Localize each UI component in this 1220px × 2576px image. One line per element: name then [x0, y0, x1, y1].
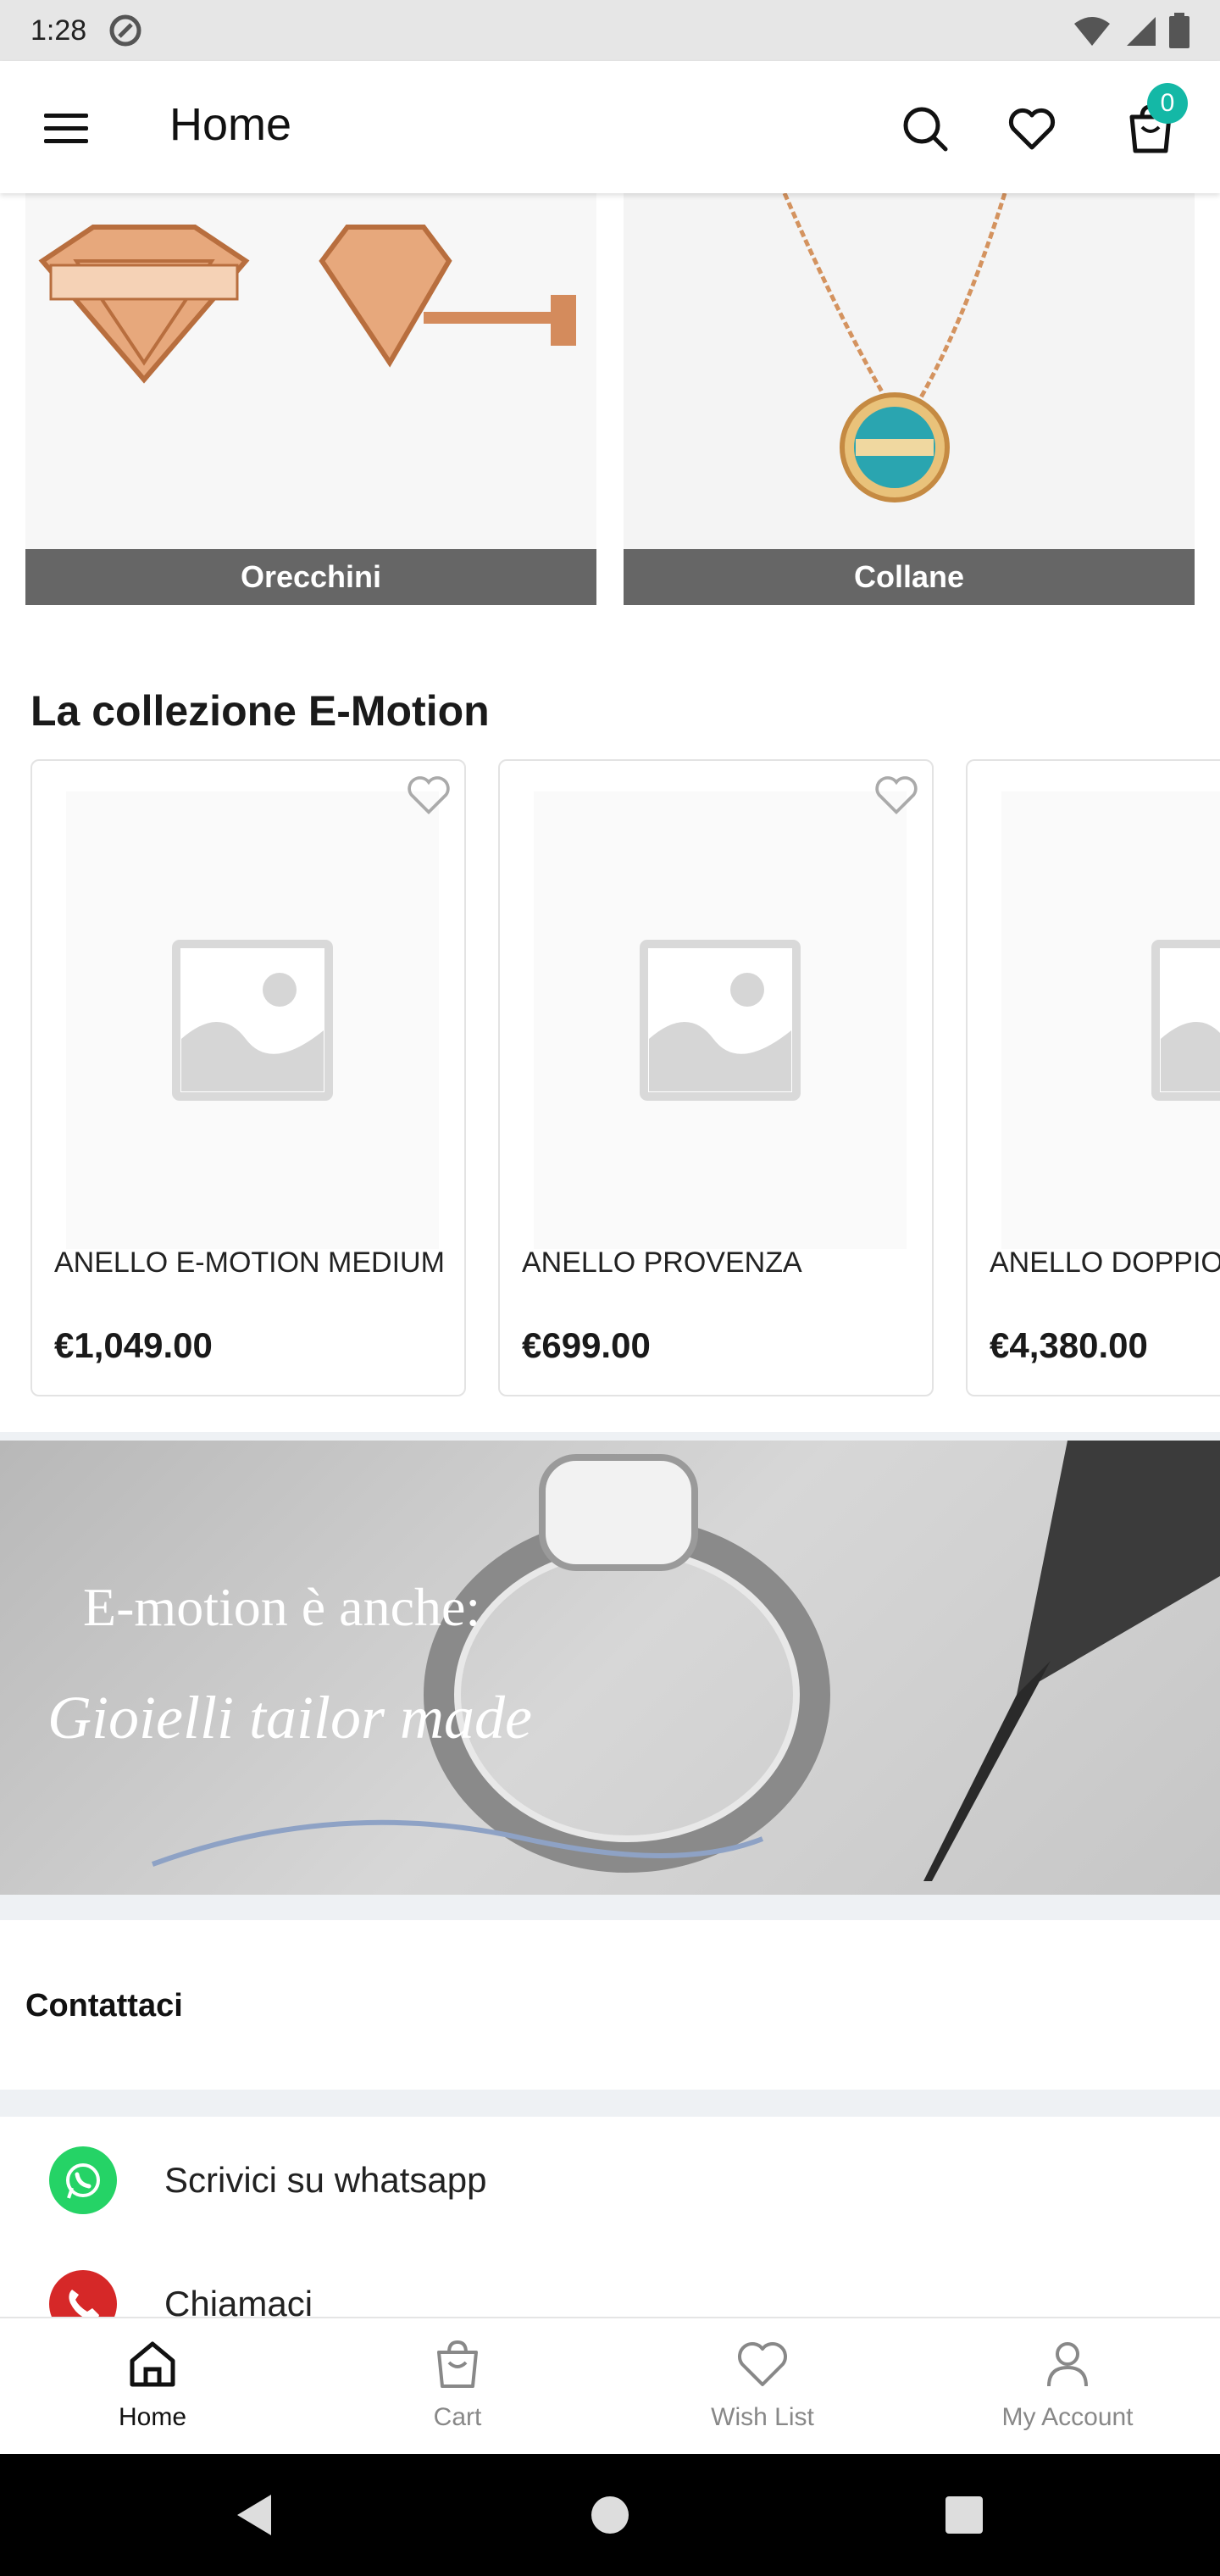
- nav-label: Home: [118, 2403, 187, 2431]
- wishlist-toggle[interactable]: [869, 768, 923, 822]
- product-price: €699.00: [522, 1325, 651, 1365]
- contact-item-call[interactable]: Chiamaci: [0, 2240, 1220, 2317]
- contact-heading: Contattaci: [25, 1988, 183, 2024]
- home-circle-icon[interactable]: [586, 2491, 634, 2539]
- phone-icon: [49, 2270, 117, 2317]
- product-name: ANELLO E-MOTION MEDIUM: [54, 1246, 445, 1279]
- product-price: €4,380.00: [990, 1325, 1148, 1365]
- whatsapp-icon: [49, 2146, 117, 2214]
- cart-count-badge: 0: [1147, 83, 1188, 124]
- product-card[interactable]: ANELLO E-MOTION MEDIUM €1,049.00: [30, 759, 466, 1396]
- data-saver-icon: [109, 14, 141, 47]
- back-icon[interactable]: [230, 2491, 278, 2539]
- category-card-orecchini[interactable]: Orecchini: [25, 193, 596, 605]
- wifi-icon: [1074, 17, 1110, 46]
- category-label: Collane: [624, 549, 1195, 605]
- person-icon: [1047, 2342, 1088, 2387]
- battery-icon: [1169, 13, 1190, 48]
- heart-icon: [1008, 108, 1056, 150]
- nav-item-cart[interactable]: Cart: [305, 2318, 610, 2454]
- image-placeholder-icon: [172, 940, 333, 1101]
- nav-label: Wish List: [711, 2403, 814, 2431]
- product-name: ANELLO PROVENZA: [522, 1246, 802, 1279]
- page-title: Home: [169, 99, 292, 150]
- category-label: Orecchini: [25, 549, 596, 605]
- category-card-collane[interactable]: Collane: [624, 193, 1195, 605]
- wishlist-button[interactable]: [998, 95, 1066, 163]
- status-time: 1:28: [30, 14, 87, 47]
- collection-section: La collezione E-Motion ANELLO E-MOTION M…: [0, 644, 1220, 1432]
- nav-label: Cart: [433, 2403, 482, 2431]
- product-name: ANELLO DOPPIO DIAMANTI: [990, 1246, 1220, 1279]
- bottom-navigation: Home Cart Wish List My Account: [0, 2317, 1220, 2454]
- banner-subheading: Gioielli tailor made: [47, 1684, 532, 1752]
- wishlist-toggle[interactable]: [402, 768, 456, 822]
- earrings-image: [25, 193, 596, 549]
- image-placeholder-icon: [1151, 940, 1220, 1101]
- product-image: [66, 791, 439, 1249]
- nav-item-account[interactable]: My Account: [915, 2318, 1220, 2454]
- search-button[interactable]: [891, 95, 959, 163]
- heart-outline-icon: [875, 776, 918, 815]
- category-section: Orecchini Collane: [0, 193, 1220, 644]
- tailor-made-banner[interactable]: E-motion è anche: Gioielli tailor made: [0, 1441, 1220, 1895]
- contact-label: Scrivici su whatsapp: [164, 2160, 487, 2200]
- cart-button[interactable]: 0: [1117, 83, 1188, 163]
- bag-icon: [437, 2340, 478, 2388]
- nav-item-home[interactable]: Home: [0, 2318, 305, 2454]
- contact-label: Chiamaci: [164, 2284, 313, 2317]
- system-navigation-bar: [0, 2454, 1220, 2576]
- heart-outline-icon: [408, 776, 450, 815]
- image-placeholder-icon: [640, 940, 801, 1101]
- nav-item-wishlist[interactable]: Wish List: [610, 2318, 915, 2454]
- heart-icon: [738, 2342, 787, 2386]
- product-image: [534, 791, 907, 1249]
- nav-label: My Account: [1001, 2403, 1134, 2431]
- status-bar: 1:28: [0, 0, 1220, 61]
- home-icon: [130, 2341, 175, 2387]
- contact-section: Contattaci: [0, 1920, 1220, 2090]
- ring-image: [151, 1441, 1220, 1881]
- recents-icon[interactable]: [940, 2491, 988, 2539]
- search-icon: [903, 107, 948, 152]
- product-price: €1,049.00: [54, 1325, 213, 1365]
- contact-item-whatsapp[interactable]: Scrivici su whatsapp: [0, 2117, 1220, 2244]
- product-card[interactable]: ANELLO PROVENZA €699.00: [498, 759, 934, 1396]
- app-bar: Home 0: [0, 61, 1220, 193]
- menu-icon[interactable]: [42, 105, 90, 153]
- product-image: [1001, 791, 1220, 1249]
- collection-title: La collezione E-Motion: [30, 687, 490, 735]
- product-card[interactable]: ANELLO DOPPIO DIAMANTI €4,380.00: [966, 759, 1220, 1396]
- banner-heading: E-motion è anche:: [83, 1577, 481, 1637]
- contact-list: Scrivici su whatsapp Chiamaci: [0, 2117, 1220, 2317]
- necklace-image: [624, 193, 1195, 549]
- signal-icon: [1127, 17, 1156, 46]
